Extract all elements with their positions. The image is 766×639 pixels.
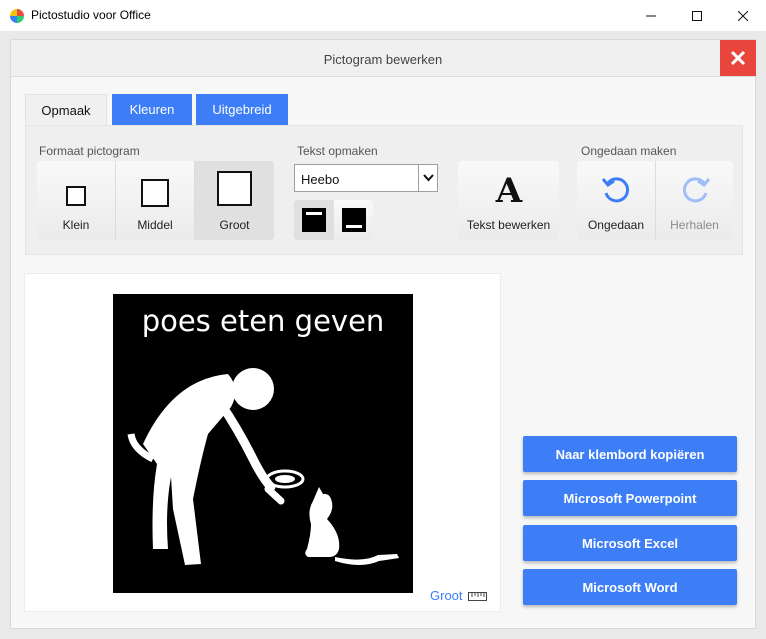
tab-opmaak[interactable]: Opmaak: [25, 94, 107, 125]
redo-button[interactable]: Herhalen: [656, 161, 733, 240]
font-select-value: Heebo: [301, 172, 340, 187]
edit-text-button[interactable]: A Tekst bewerken: [458, 161, 559, 240]
excel-button[interactable]: Microsoft Excel: [523, 525, 737, 561]
size-medium-label: Middel: [137, 218, 173, 232]
maximize-icon: [692, 10, 702, 21]
size-large-button[interactable]: Groot: [195, 161, 274, 240]
format-toolbar: Formaat pictogram Klein Middel Groot Tek…: [25, 125, 743, 255]
edit-text-label: Tekst bewerken: [466, 218, 551, 232]
font-select[interactable]: Heebo: [294, 164, 438, 192]
maximize-button[interactable]: [674, 0, 720, 31]
text-top-button[interactable]: [294, 200, 333, 240]
undo-icon: [601, 177, 630, 203]
tab-uitgebreid[interactable]: Uitgebreid: [196, 94, 288, 125]
person-feeding-cat-icon: [127, 368, 399, 565]
dialog-close-button[interactable]: [720, 40, 756, 76]
ruler-icon[interactable]: [468, 592, 487, 601]
dialog-header: Pictogram bewerken: [11, 40, 756, 77]
undo-label: Ongedaan: [587, 218, 645, 232]
font-letter-icon: A: [495, 173, 523, 205]
small-square-icon: [66, 186, 86, 206]
pictogram-image: poes eten geven: [113, 294, 413, 593]
close-icon: [731, 51, 745, 65]
minimize-icon: [646, 15, 656, 16]
text-top-icon: [302, 208, 326, 232]
close-icon: [738, 10, 748, 21]
size-medium-button[interactable]: Middel: [116, 161, 195, 240]
redo-icon: [682, 177, 711, 203]
medium-square-icon: [141, 179, 169, 207]
window-titlebar: Pictostudio voor Office: [0, 0, 766, 31]
dialog-title: Pictogram bewerken: [323, 52, 443, 67]
size-link[interactable]: Groot: [430, 588, 463, 603]
pictostudio-logo-icon: [10, 9, 24, 23]
window-close-button[interactable]: [720, 0, 766, 31]
window-title: Pictostudio voor Office: [31, 8, 151, 22]
size-large-label: Groot: [219, 218, 250, 232]
text-format-section-label: Tekst opmaken: [297, 144, 378, 158]
tab-kleuren[interactable]: Kleuren: [112, 94, 192, 125]
undo-section-label: Ongedaan maken: [581, 144, 677, 158]
format-section-label: Formaat pictogram: [39, 144, 140, 158]
pictogram-caption: poes eten geven: [141, 304, 385, 338]
size-button-group: Klein Middel Groot: [37, 161, 274, 240]
size-small-label: Klein: [62, 218, 90, 232]
text-bottom-icon: [342, 208, 366, 232]
size-small-button[interactable]: Klein: [37, 161, 116, 240]
text-position-group: [294, 200, 373, 240]
large-square-icon: [217, 171, 252, 206]
copy-to-clipboard-button[interactable]: Naar klembord kopiëren: [523, 436, 737, 472]
undo-redo-group: Ongedaan Herhalen: [577, 161, 733, 240]
minimize-button[interactable]: [628, 0, 674, 31]
text-bottom-button[interactable]: [334, 200, 373, 240]
pictogram-preview-card: poes eten geven Groot: [24, 273, 501, 612]
svg-text:A: A: [495, 173, 523, 205]
word-button[interactable]: Microsoft Word: [523, 569, 737, 605]
powerpoint-button[interactable]: Microsoft Powerpoint: [523, 480, 737, 516]
chevron-down-icon: [418, 165, 437, 191]
undo-button[interactable]: Ongedaan: [577, 161, 656, 240]
redo-label: Herhalen: [670, 218, 719, 232]
edit-text-group: A Tekst bewerken: [458, 161, 559, 240]
